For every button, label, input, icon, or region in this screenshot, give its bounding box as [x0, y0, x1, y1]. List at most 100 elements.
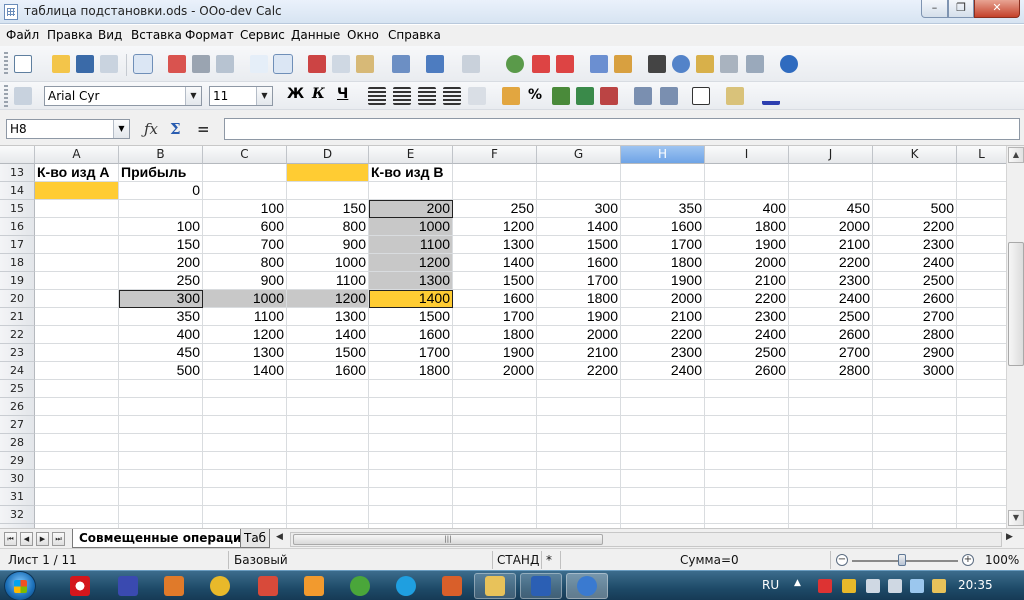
cell-k25[interactable]	[873, 380, 957, 398]
cell-d28[interactable]	[287, 434, 369, 452]
function-equals-icon[interactable]: =	[197, 120, 210, 138]
cell-g31[interactable]	[537, 488, 621, 506]
first-sheet-icon[interactable]: ⏮	[4, 532, 17, 546]
cell-i29[interactable]	[705, 452, 789, 470]
save-icon[interactable]	[76, 55, 94, 73]
cell-h23[interactable]: 2300	[621, 344, 705, 362]
column-header-h[interactable]: H	[621, 146, 705, 164]
cell-c18[interactable]: 800	[203, 254, 287, 272]
cell-a31[interactable]	[35, 488, 119, 506]
zoom-out-icon[interactable]: −	[836, 554, 848, 566]
menu-format[interactable]: Формат	[185, 28, 234, 42]
cell-g24[interactable]: 2200	[537, 362, 621, 380]
column-header-a[interactable]: A	[35, 146, 119, 164]
cell-g14[interactable]	[537, 182, 621, 200]
chevron-down-icon[interactable]: ▼	[113, 120, 129, 138]
row-header[interactable]: 30	[0, 470, 35, 488]
column-header-b[interactable]: B	[119, 146, 203, 164]
autospellcheck-icon[interactable]	[273, 54, 293, 74]
find-replace-icon[interactable]	[648, 55, 666, 73]
cell-l31[interactable]	[957, 488, 1006, 506]
delete-decimal-icon[interactable]	[600, 87, 618, 105]
row-header[interactable]: 24	[0, 362, 35, 380]
select-all-corner[interactable]	[0, 146, 35, 164]
cell-h24[interactable]: 2400	[621, 362, 705, 380]
floppy-save-icon[interactable]	[118, 576, 138, 596]
sort-descending-icon[interactable]	[556, 55, 574, 73]
cell-j28[interactable]	[789, 434, 873, 452]
sort-ascending-icon[interactable]	[532, 55, 550, 73]
row-header[interactable]: 29	[0, 452, 35, 470]
cell-k21[interactable]: 2700	[873, 308, 957, 326]
cell-j24[interactable]: 2800	[789, 362, 873, 380]
tray-app-icon[interactable]	[818, 579, 832, 593]
scroll-up-icon[interactable]: ▲	[1008, 147, 1024, 163]
data-sources-icon[interactable]	[720, 55, 738, 73]
cell-h17[interactable]: 1700	[621, 236, 705, 254]
cell-d23[interactable]: 1500	[287, 344, 369, 362]
cell-c20[interactable]: 1000	[203, 290, 287, 308]
cell-h18[interactable]: 1800	[621, 254, 705, 272]
merge-cells-icon[interactable]	[468, 87, 486, 105]
function-wizard-icon[interactable]: ƒx	[144, 120, 158, 138]
cell-j13[interactable]	[789, 164, 873, 182]
cell-i14[interactable]	[705, 182, 789, 200]
cell-l19[interactable]	[957, 272, 1006, 290]
cell-f20[interactable]: 1600	[453, 290, 537, 308]
cell-f22[interactable]: 1800	[453, 326, 537, 344]
name-box[interactable]: H8 ▼	[6, 119, 130, 139]
align-right-icon[interactable]	[418, 87, 436, 105]
cell-a25[interactable]	[35, 380, 119, 398]
cell-i30[interactable]	[705, 470, 789, 488]
sheet-tab[interactable]: Таб	[240, 529, 270, 548]
cell-i26[interactable]	[705, 398, 789, 416]
redo-icon[interactable]	[462, 55, 480, 73]
font-color-icon[interactable]	[762, 87, 780, 105]
increase-indent-icon[interactable]	[660, 87, 678, 105]
cell-f23[interactable]: 1900	[453, 344, 537, 362]
cell-d17[interactable]: 900	[287, 236, 369, 254]
cell-c24[interactable]: 1400	[203, 362, 287, 380]
cell-f21[interactable]: 1700	[453, 308, 537, 326]
start-button-icon[interactable]	[4, 571, 36, 600]
cell-a29[interactable]	[35, 452, 119, 470]
row-header[interactable]: 13	[0, 164, 35, 182]
cell-j27[interactable]	[789, 416, 873, 434]
copy-icon[interactable]	[332, 55, 350, 73]
cell-f29[interactable]	[453, 452, 537, 470]
cell-e13[interactable]: К-во изд В	[369, 164, 453, 182]
cell-d22[interactable]: 1400	[287, 326, 369, 344]
column-header-f[interactable]: F	[453, 146, 537, 164]
cell-g19[interactable]: 1700	[537, 272, 621, 290]
spreadsheet-grid[interactable]: A B C D E F G H I J K L 13 К-во изд А Прибыль К-во изд …	[0, 146, 1006, 528]
cell-a20[interactable]	[35, 290, 119, 308]
cell-b31[interactable]	[119, 488, 203, 506]
cell-d30[interactable]	[287, 470, 369, 488]
print-preview-icon[interactable]	[216, 55, 234, 73]
cell-h19[interactable]: 1900	[621, 272, 705, 290]
minimize-button[interactable]: –	[921, 0, 948, 18]
cell-c25[interactable]	[203, 380, 287, 398]
clock[interactable]: 20:35	[958, 578, 993, 592]
row-header[interactable]: 14	[0, 182, 35, 200]
cell-k23[interactable]: 2900	[873, 344, 957, 362]
row-header[interactable]: 32	[0, 506, 35, 524]
cell-f30[interactable]	[453, 470, 537, 488]
cell-j21[interactable]: 2500	[789, 308, 873, 326]
column-header-g[interactable]: G	[537, 146, 621, 164]
zoom-slider-knob[interactable]	[898, 554, 906, 566]
chevron-right-icon[interactable]: ▶	[1006, 532, 1013, 542]
row-header[interactable]: 28	[0, 434, 35, 452]
cell-e30[interactable]	[369, 470, 453, 488]
bold-button[interactable]: Ж	[287, 86, 304, 102]
cell-e18[interactable]: 1200	[369, 254, 453, 272]
cell-f16[interactable]: 1200	[453, 218, 537, 236]
cell-j19[interactable]: 2300	[789, 272, 873, 290]
cell-l18[interactable]	[957, 254, 1006, 272]
percent-format-button[interactable]: %	[528, 87, 542, 103]
cell-g26[interactable]	[537, 398, 621, 416]
column-header-j[interactable]: J	[789, 146, 873, 164]
row-header[interactable]: 19	[0, 272, 35, 290]
cell-h16[interactable]: 1600	[621, 218, 705, 236]
cell-g28[interactable]	[537, 434, 621, 452]
